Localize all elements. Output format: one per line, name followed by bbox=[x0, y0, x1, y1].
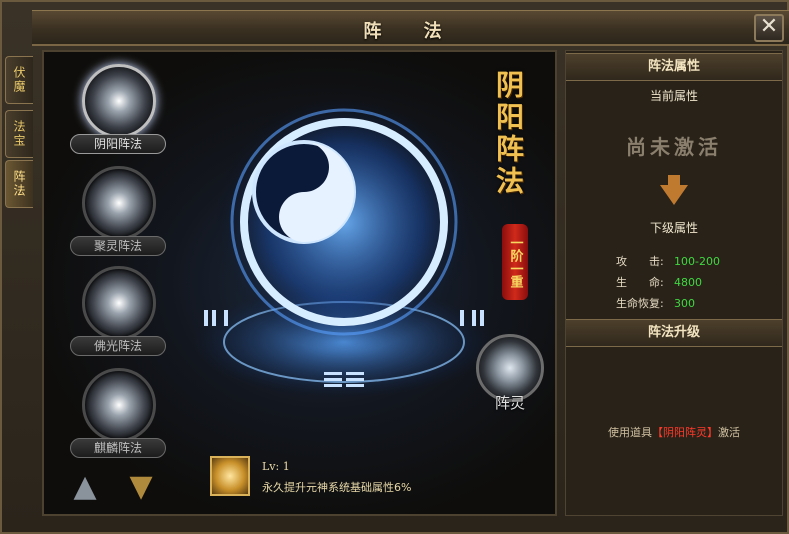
foguang-formation-icon bbox=[82, 266, 156, 340]
yinyang-formation-icon bbox=[82, 64, 156, 138]
attr-value: 100-200 bbox=[674, 255, 720, 268]
attr-row-hp-regen: 生命恢复: 300 bbox=[616, 295, 695, 311]
item-description: 永久提升元神系统基础属性6% bbox=[262, 481, 412, 494]
spirit-label: 阵灵 bbox=[494, 394, 525, 412]
tab-fumo[interactable]: 伏魔 bbox=[5, 56, 33, 104]
formation-item-qilin[interactable]: 麒麟阵法 bbox=[62, 368, 172, 463]
hint-prefix: 使用道具 bbox=[608, 426, 652, 439]
attr-section-header: 阵法属性 bbox=[566, 53, 782, 81]
current-attr-header: 当前属性 bbox=[649, 89, 698, 103]
formation-item-label: 阴阳阵法 bbox=[70, 134, 166, 154]
qilin-formation-icon bbox=[82, 368, 156, 442]
attribute-panel: 阵法属性 当前属性 尚未激活 下级属性 攻 击: 100-200 生 命: 4800… bbox=[565, 50, 783, 516]
close-button[interactable]: ✕ bbox=[754, 14, 784, 42]
formation-item-juling[interactable]: 聚灵阵法 bbox=[62, 166, 172, 261]
formation-item-label: 聚灵阵法 bbox=[70, 236, 166, 256]
activation-status: 尚未激活 bbox=[626, 135, 722, 159]
item-level: Lv: 1 bbox=[262, 460, 290, 473]
tab-fabao[interactable]: 法宝 bbox=[5, 110, 33, 158]
formation-item-label: 麒麟阵法 bbox=[70, 438, 166, 458]
attr-row-attack: 攻 击: 100-200 bbox=[616, 253, 720, 269]
formation-title: 阴阳阵法 bbox=[492, 70, 525, 198]
hint-item-link[interactable]: 【阴阳阵灵】 bbox=[652, 426, 718, 439]
rank-badge: 一阶一重 bbox=[502, 224, 528, 300]
attr-row-hp: 生 命: 4800 bbox=[616, 274, 702, 290]
yinyang-item-icon[interactable] bbox=[210, 456, 250, 496]
next-attr-header: 下级属性 bbox=[649, 221, 698, 235]
title-bar: 阵 法 bbox=[32, 10, 789, 46]
scroll-up-button[interactable]: ▲ bbox=[62, 472, 108, 502]
attr-value: 300 bbox=[674, 297, 695, 310]
upgrade-section-header: 阵法升级 bbox=[566, 319, 782, 347]
formation-window: 阵 法 ✕ 伏魔 法宝 阵法 阴阳阵法 聚灵阵法 佛光阵法 麒麟阵法 ▲ ▼ 阴… bbox=[0, 0, 789, 534]
attr-name: 攻 击: bbox=[616, 255, 664, 268]
formation-item-label: 佛光阵法 bbox=[70, 336, 166, 356]
attr-name: 生 命: bbox=[616, 276, 664, 289]
arrow-down-icon bbox=[660, 185, 688, 205]
attr-value: 4800 bbox=[674, 276, 702, 289]
juling-formation-icon bbox=[82, 166, 156, 240]
window-title: 阵 法 bbox=[363, 21, 460, 42]
hint-suffix: 激活 bbox=[718, 426, 740, 439]
formation-item-yinyang[interactable]: 阴阳阵法 bbox=[62, 64, 172, 159]
scroll-down-button[interactable]: ▼ bbox=[118, 472, 164, 502]
tab-zhenfa[interactable]: 阵法 bbox=[5, 160, 33, 208]
yinyang-formation-art bbox=[194, 92, 494, 397]
attr-name: 生命恢复: bbox=[616, 297, 664, 310]
activation-hint: 使用道具【阴阳阵灵】激活 bbox=[566, 424, 782, 440]
formation-item-foguang[interactable]: 佛光阵法 bbox=[62, 266, 172, 361]
formation-main-panel: 阴阳阵法 聚灵阵法 佛光阵法 麒麟阵法 ▲ ▼ 阴阳阵法 一阶一重 阵灵 Lv:… bbox=[42, 50, 557, 516]
